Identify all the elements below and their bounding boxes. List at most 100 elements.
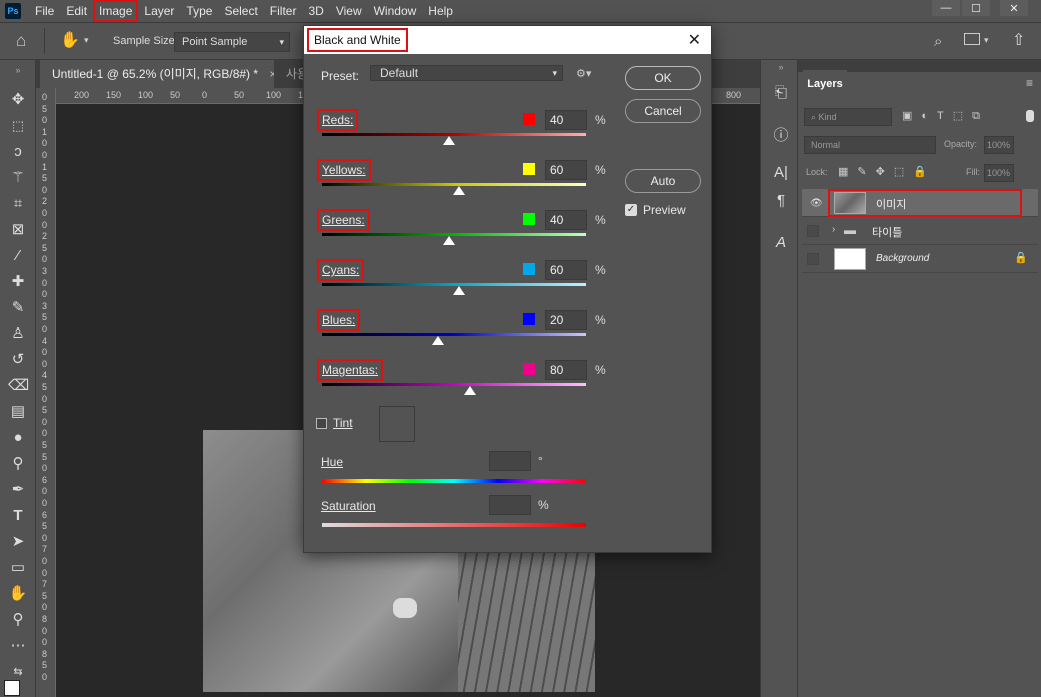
workspace-icon[interactable] (964, 33, 980, 45)
paragraph-panel-icon[interactable]: ¶ (771, 192, 791, 214)
tint-checkbox[interactable] (316, 418, 327, 429)
blues-value-input[interactable]: 20 (545, 310, 587, 330)
menu-edit[interactable]: Edit (60, 0, 93, 22)
hue-slider-track[interactable] (322, 479, 586, 483)
character-panel-icon[interactable]: A| (771, 164, 791, 186)
menu-help[interactable]: Help (422, 0, 459, 22)
visibility-toggle[interactable] (807, 253, 819, 265)
preview-checkbox[interactable]: ✓ (625, 204, 637, 216)
tint-color-swatch[interactable] (379, 406, 415, 442)
magentas-slider-thumb[interactable] (463, 386, 476, 395)
greens-value-input[interactable]: 40 (545, 210, 587, 230)
yellows-slider-thumb[interactable] (453, 186, 466, 195)
expand-panel-icon[interactable]: » (771, 62, 791, 84)
opacity-input[interactable]: 100% (984, 136, 1014, 154)
blues-slider-track[interactable] (322, 333, 586, 336)
filter-toggle-icon[interactable] (1026, 110, 1034, 122)
pen-tool-icon[interactable]: ✒ (8, 480, 28, 500)
chevron-right-icon[interactable]: › (832, 224, 835, 235)
swap-colors-icon[interactable]: ⇆ (8, 662, 28, 682)
menu-type[interactable]: Type (180, 0, 218, 22)
expand-panel-icon[interactable]: » (8, 60, 28, 80)
greens-slider-thumb[interactable] (442, 236, 455, 245)
cyans-value-input[interactable]: 60 (545, 260, 587, 280)
home-icon[interactable]: ⌂ (16, 31, 26, 51)
layer-name[interactable]: Background (876, 253, 929, 264)
visibility-toggle[interactable] (807, 225, 819, 237)
menu-view[interactable]: View (330, 0, 368, 22)
reds-value-input[interactable]: 40 (545, 110, 587, 130)
visibility-eye-icon[interactable]: 👁 (810, 198, 823, 209)
fill-input[interactable]: 100% (984, 164, 1014, 182)
layer-filter-icons[interactable]: ▣◐T⬚⧉ (902, 109, 989, 123)
stamp-tool-icon[interactable]: ♙ (8, 324, 28, 344)
layer-name[interactable]: 타이틀 (872, 224, 902, 240)
menu-window[interactable]: Window (368, 0, 423, 22)
minimize-button[interactable]: — (932, 0, 960, 16)
menu-file[interactable]: File (29, 0, 60, 22)
type-tool-icon[interactable]: T (8, 506, 28, 526)
chevron-down-icon[interactable]: ▾ (984, 35, 989, 46)
history-brush-tool-icon[interactable]: ↺ (8, 350, 28, 370)
share-icon[interactable]: ⇧ (1012, 30, 1025, 50)
tools-panel: » ✥ ⬚ ↄ ⚚ ⌗ ⊠ ⁄ ✚ ✎ ♙ ↺ ⌫ ▤ ● ⚲ ✒ T ➤ ▭ … (0, 60, 36, 697)
search-icon[interactable]: ⌕ (934, 33, 942, 50)
eraser-tool-icon[interactable]: ⌫ (8, 376, 29, 396)
layer-row-background[interactable]: Background 🔒 (802, 245, 1038, 273)
sample-size-select[interactable]: Point Sample ▾ (174, 32, 290, 52)
glyphs-panel-icon[interactable]: A (771, 234, 791, 256)
more-tools-icon[interactable]: ⋯ (8, 636, 28, 656)
chevron-down-icon[interactable]: ▾ (84, 35, 89, 46)
eyedropper-hand-icon[interactable]: ✋ (60, 30, 80, 50)
ok-button[interactable]: OK (625, 66, 701, 90)
preset-options-gear-icon[interactable]: ⚙▾ (576, 67, 591, 80)
close-icon[interactable]: ✕ (688, 30, 701, 50)
layer-filter-kind[interactable]: ⌕ Kind (804, 108, 892, 126)
frame-tool-icon[interactable]: ⊠ (8, 220, 28, 240)
path-selection-tool-icon[interactable]: ➤ (8, 532, 28, 552)
blend-mode-select[interactable]: Normal (804, 136, 936, 154)
tab-layers[interactable]: Layers (803, 70, 847, 98)
preset-select[interactable]: Default ▾ (370, 65, 563, 81)
dodge-tool-icon[interactable]: ⚲ (8, 454, 28, 474)
layer-row-image[interactable]: 👁 이미지 (802, 189, 1038, 217)
blues-slider-thumb[interactable] (432, 336, 445, 345)
crop-tool-icon[interactable]: ⌗ (8, 194, 28, 214)
cyans-slider-thumb[interactable] (453, 286, 466, 295)
healing-brush-tool-icon[interactable]: ✚ (8, 272, 28, 292)
magentas-value-input[interactable]: 80 (545, 360, 587, 380)
eyedropper-tool-icon[interactable]: ⁄ (8, 246, 28, 266)
magentas-slider-track[interactable] (322, 383, 586, 386)
info-panel-icon[interactable]: ⓘ (771, 124, 791, 146)
magic-wand-tool-icon[interactable]: ⚚ (8, 168, 28, 188)
reds-slider-thumb[interactable] (442, 136, 455, 145)
zoom-tool-icon[interactable]: ⚲ (8, 610, 28, 630)
foreground-color-icon[interactable] (4, 680, 20, 696)
close-window-button[interactable]: ✕ (1000, 0, 1028, 16)
history-panel-icon[interactable]: ⎗ (771, 84, 791, 106)
brush-tool-icon[interactable]: ✎ (8, 298, 28, 318)
document-tab[interactable]: Untitled-1 @ 65.2% (이미지, RGB/8#) * × (40, 60, 289, 88)
menu-image[interactable]: Image (93, 0, 139, 22)
blur-tool-icon[interactable]: ● (8, 428, 28, 448)
lock-icons[interactable]: ▦✎✥⬚🔒 (838, 165, 936, 178)
lasso-tool-icon[interactable]: ↄ (8, 142, 28, 162)
rectangle-tool-icon[interactable]: ▭ (8, 558, 28, 578)
gradient-tool-icon[interactable]: ▤ (8, 402, 28, 422)
layer-row-group[interactable]: › ▬ 타이틀 (802, 217, 1038, 245)
saturation-slider-track[interactable] (322, 523, 586, 527)
saturation-input[interactable] (489, 495, 531, 515)
hue-input[interactable] (489, 451, 531, 471)
menu-3d[interactable]: 3D (302, 0, 329, 22)
yellows-value-input[interactable]: 60 (545, 160, 587, 180)
menu-filter[interactable]: Filter (264, 0, 303, 22)
auto-button[interactable]: Auto (625, 169, 701, 193)
maximize-button[interactable]: ☐ (962, 0, 990, 16)
move-tool-icon[interactable]: ✥ (8, 90, 28, 110)
cancel-button[interactable]: Cancel (625, 99, 701, 123)
panel-menu-icon[interactable]: ≡ (1026, 76, 1033, 90)
hand-tool-icon[interactable]: ✋ (8, 584, 28, 604)
marquee-tool-icon[interactable]: ⬚ (8, 116, 28, 136)
menu-select[interactable]: Select (218, 0, 263, 22)
menu-layer[interactable]: Layer (138, 0, 180, 22)
